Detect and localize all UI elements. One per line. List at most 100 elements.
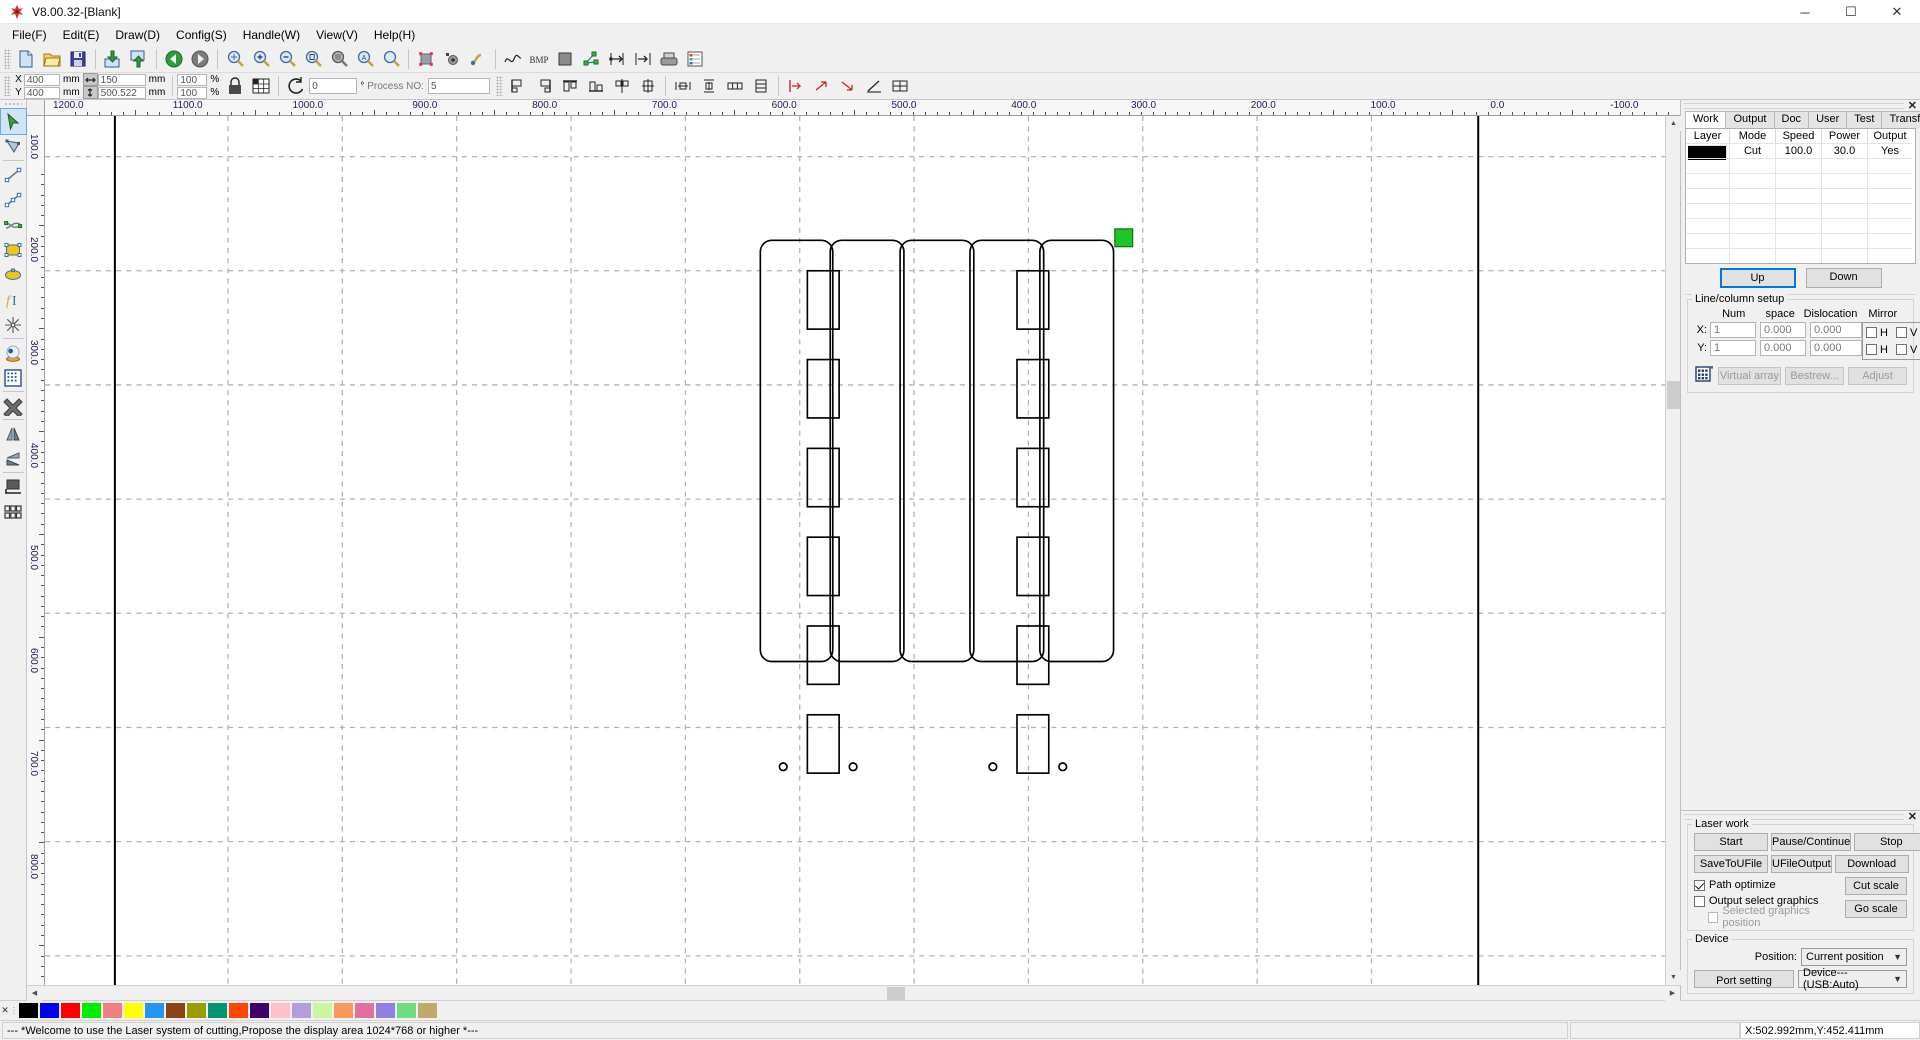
node-edit-icon[interactable] bbox=[413, 47, 439, 71]
drawing-canvas[interactable] bbox=[45, 116, 1665, 985]
lock-aspect-icon[interactable] bbox=[222, 74, 248, 98]
layer-color-swatch[interactable] bbox=[1686, 143, 1730, 158]
print-preview-icon[interactable] bbox=[656, 47, 682, 71]
mirror-x-h-checkbox[interactable] bbox=[1866, 327, 1877, 338]
order-backward-icon[interactable] bbox=[835, 74, 861, 98]
virtual-array-icon[interactable] bbox=[1694, 364, 1714, 387]
width-arrow-icon[interactable] bbox=[83, 73, 98, 86]
line-tool[interactable] bbox=[1, 162, 26, 187]
adjust-button[interactable]: Adjust bbox=[1848, 367, 1907, 385]
menu-draw[interactable]: Draw(D) bbox=[107, 26, 168, 44]
vertical-scroll-track[interactable] bbox=[1666, 131, 1680, 970]
mirror-y-h-checkbox[interactable] bbox=[1866, 344, 1877, 355]
x-num-input[interactable]: 1 bbox=[1710, 322, 1756, 338]
palette-swatch[interactable] bbox=[417, 1002, 438, 1019]
y-position-input[interactable]: 400 bbox=[24, 87, 60, 99]
download-button[interactable]: Download bbox=[1835, 855, 1909, 873]
table-row[interactable] bbox=[1686, 233, 1915, 248]
align-icon[interactable] bbox=[630, 47, 656, 71]
tab-test[interactable]: Test bbox=[1846, 111, 1882, 128]
palette-swatch[interactable] bbox=[39, 1002, 60, 1019]
menu-edit[interactable]: Edit(E) bbox=[55, 26, 108, 44]
tab-transform[interactable]: Transform bbox=[1881, 111, 1920, 128]
export-icon[interactable] bbox=[126, 47, 152, 71]
width-input[interactable]: 150 bbox=[98, 74, 146, 86]
layer-down-button[interactable]: Down bbox=[1806, 268, 1882, 288]
offset-icon[interactable] bbox=[604, 47, 630, 71]
palette-swatch[interactable] bbox=[18, 1002, 39, 1019]
starburst-tool[interactable] bbox=[1, 312, 26, 337]
dist-vertical-icon[interactable] bbox=[696, 74, 722, 98]
curve-smooth-icon[interactable] bbox=[465, 47, 491, 71]
maximize-button[interactable]: ☐ bbox=[1828, 0, 1874, 24]
horizontal-scrollbar[interactable]: ◀ ▶ bbox=[27, 985, 1680, 1000]
scroll-right-arrow[interactable]: ▶ bbox=[1665, 986, 1680, 1001]
tab-output[interactable]: Output bbox=[1725, 111, 1774, 128]
bezier-tool[interactable] bbox=[1, 212, 26, 237]
palette-swatch[interactable] bbox=[81, 1002, 102, 1019]
table-row[interactable]: Cut 100.0 30.0 Yes bbox=[1686, 143, 1915, 158]
go-scale-button[interactable]: Go scale bbox=[1845, 900, 1907, 918]
minimize-button[interactable]: ─ bbox=[1782, 0, 1828, 24]
zoom-all-icon[interactable]: A bbox=[352, 47, 378, 71]
palette-swatch[interactable] bbox=[249, 1002, 270, 1019]
scroll-left-arrow[interactable]: ◀ bbox=[27, 986, 42, 1001]
curve-icon[interactable] bbox=[500, 47, 526, 71]
process-no-input[interactable]: 5 bbox=[428, 78, 490, 94]
order-end-icon[interactable] bbox=[861, 74, 887, 98]
camera-tool[interactable] bbox=[1, 340, 26, 365]
scale-y-input[interactable]: 100 bbox=[177, 87, 207, 99]
anchor-grid-icon[interactable] bbox=[248, 74, 274, 98]
cut-scale-button[interactable]: Cut scale bbox=[1845, 877, 1907, 895]
palette-close-icon[interactable]: ✕ bbox=[0, 1005, 10, 1016]
zoom-selection-icon[interactable] bbox=[326, 47, 352, 71]
node-edit-tool[interactable] bbox=[1, 134, 26, 159]
save-file-icon[interactable] bbox=[65, 47, 91, 71]
align-right-icon[interactable] bbox=[531, 74, 557, 98]
palette-swatch[interactable] bbox=[270, 1002, 291, 1019]
mirror-horizontal-tool[interactable] bbox=[1, 421, 26, 446]
fill-icon[interactable] bbox=[552, 47, 578, 71]
ellipse-tool[interactable] bbox=[1, 262, 26, 287]
path-optimize-option[interactable]: Path optimize bbox=[1694, 877, 1842, 893]
y-dislocation-input[interactable]: 0.000 bbox=[1810, 340, 1862, 356]
polyline-tool[interactable] bbox=[1, 187, 26, 212]
grid-squares-tool[interactable] bbox=[1, 499, 26, 524]
palette-swatch[interactable] bbox=[228, 1002, 249, 1019]
dist-equal-h-icon[interactable] bbox=[722, 74, 748, 98]
scale-x-input[interactable]: 100 bbox=[177, 74, 207, 86]
group-node-icon[interactable] bbox=[578, 47, 604, 71]
panel-drag-handle[interactable] bbox=[1684, 103, 1904, 109]
toolbar-grip[interactable] bbox=[4, 76, 11, 96]
layer-color-icon[interactable] bbox=[682, 47, 708, 71]
order-start-icon[interactable] bbox=[783, 74, 809, 98]
order-forward-icon[interactable] bbox=[809, 74, 835, 98]
mirror-x-v-checkbox[interactable] bbox=[1896, 327, 1907, 338]
align-top-icon[interactable] bbox=[557, 74, 583, 98]
palette-grip[interactable]: ⋮⋮ bbox=[10, 1006, 18, 1015]
vertical-scroll-thumb[interactable] bbox=[1667, 381, 1680, 409]
tab-user[interactable]: User bbox=[1808, 111, 1847, 128]
bestrew-button[interactable]: Bestrew... bbox=[1785, 367, 1844, 385]
x-position-input[interactable]: 400 bbox=[24, 74, 60, 86]
redo-icon[interactable] bbox=[187, 47, 213, 71]
palette-swatch[interactable] bbox=[375, 1002, 396, 1019]
bmp-icon[interactable]: BMP bbox=[526, 47, 552, 71]
device-select[interactable]: Device---(USB:Auto) ▼ bbox=[1798, 970, 1907, 988]
path-point-icon[interactable] bbox=[439, 47, 465, 71]
x-dislocation-input[interactable]: 0.000 bbox=[1810, 322, 1862, 338]
menu-file[interactable]: File(F) bbox=[4, 26, 55, 44]
palette-swatch[interactable] bbox=[291, 1002, 312, 1019]
palette-swatch[interactable] bbox=[207, 1002, 228, 1019]
scroll-down-arrow[interactable]: ▼ bbox=[1666, 970, 1681, 985]
dist-equal-v-icon[interactable] bbox=[748, 74, 774, 98]
platform-tool[interactable] bbox=[1, 474, 26, 499]
horizontal-ruler[interactable]: 1200.01100.01000.0900.0800.0700.0600.050… bbox=[45, 100, 1680, 116]
virtual-array-button[interactable]: Virtual array bbox=[1718, 367, 1781, 385]
zoom-page-icon[interactable] bbox=[300, 47, 326, 71]
rotate-icon[interactable] bbox=[283, 74, 309, 98]
zoom-window-icon[interactable] bbox=[378, 47, 404, 71]
rotate-angle-input[interactable]: 0 bbox=[309, 78, 357, 94]
close-icon[interactable]: ✕ bbox=[1908, 810, 1917, 823]
order-reverse-icon[interactable] bbox=[887, 74, 913, 98]
